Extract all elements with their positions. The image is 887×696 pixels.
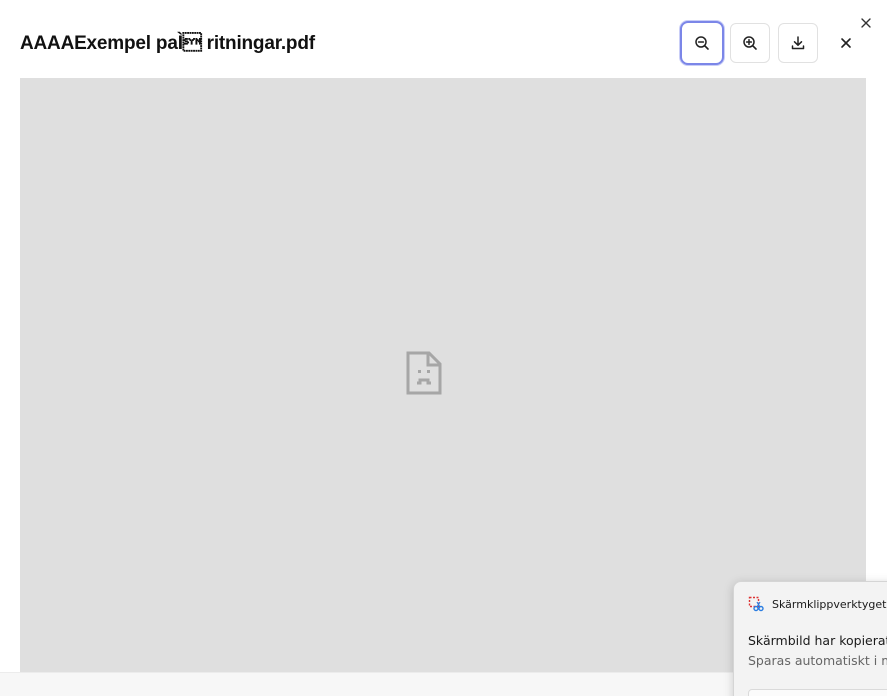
notification-app-name: Skärmklippverktyget: [772, 597, 887, 611]
close-icon: [861, 18, 871, 28]
window-close-button[interactable]: [856, 13, 876, 33]
close-icon: [841, 38, 851, 48]
document-title: AAAAExempel paÌ ritningar.pdf: [20, 33, 315, 54]
close-button[interactable]: [834, 31, 858, 55]
zoom-out-button[interactable]: [680, 21, 724, 65]
snipping-tool-icon: [748, 596, 764, 612]
download-button[interactable]: [778, 23, 818, 63]
zoom-out-icon: [695, 36, 709, 50]
notification-title: Skärmbild har kopierat: [748, 633, 887, 648]
snipping-tool-notification[interactable]: Skärmklippverktyget Skärmbild har kopier…: [733, 581, 887, 696]
notification-header: Skärmklippverktyget: [748, 596, 886, 612]
zoom-in-icon: [743, 36, 757, 50]
download-icon: [791, 36, 805, 50]
sad-document-icon: [406, 351, 442, 395]
zoom-in-button[interactable]: [730, 23, 770, 63]
notification-preview[interactable]: [748, 689, 887, 696]
notification-subtitle: Sparas automatiskt i m: [748, 653, 887, 668]
